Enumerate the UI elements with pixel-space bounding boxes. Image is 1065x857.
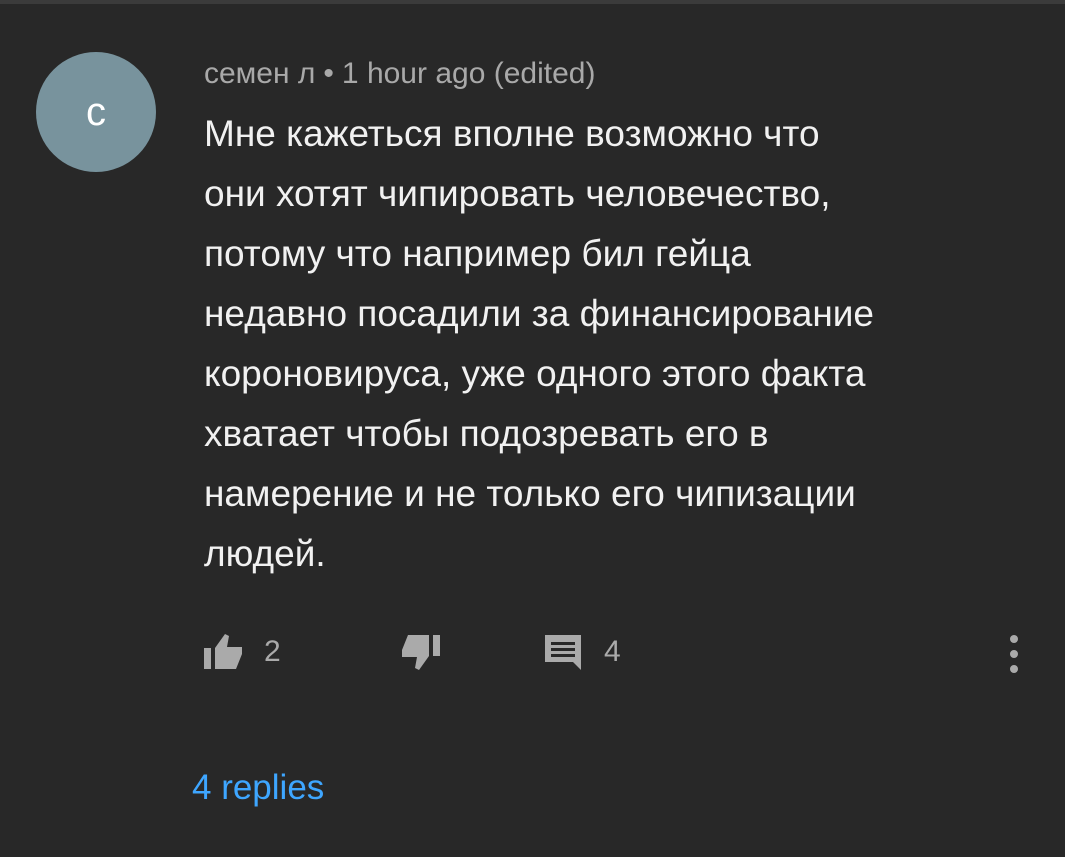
replies-count: 4 xyxy=(604,635,621,668)
avatar[interactable]: с xyxy=(36,52,156,172)
view-replies-link[interactable]: 4 replies xyxy=(192,764,324,812)
dislike-button[interactable] xyxy=(398,630,442,674)
avatar-letter: с xyxy=(86,90,106,134)
comment-header: семен л • 1 hour ago (edited) xyxy=(204,54,595,94)
comment-timestamp[interactable]: 1 hour ago (edited) xyxy=(342,57,596,90)
comment-icon xyxy=(542,632,586,672)
comment-text: Мне кажеться вполне возможно что они хот… xyxy=(204,113,874,574)
like-count: 2 xyxy=(264,635,281,668)
reply-button[interactable]: 4 xyxy=(542,630,621,674)
thumb-down-icon xyxy=(398,632,442,672)
like-button[interactable]: 2 xyxy=(202,630,281,674)
author-name[interactable]: семен л xyxy=(204,57,315,90)
more-options-button[interactable] xyxy=(1004,630,1024,678)
more-vertical-icon xyxy=(1004,635,1024,682)
thumb-up-icon xyxy=(202,632,246,672)
meta-separator: • xyxy=(323,57,334,90)
top-divider xyxy=(0,0,1065,4)
